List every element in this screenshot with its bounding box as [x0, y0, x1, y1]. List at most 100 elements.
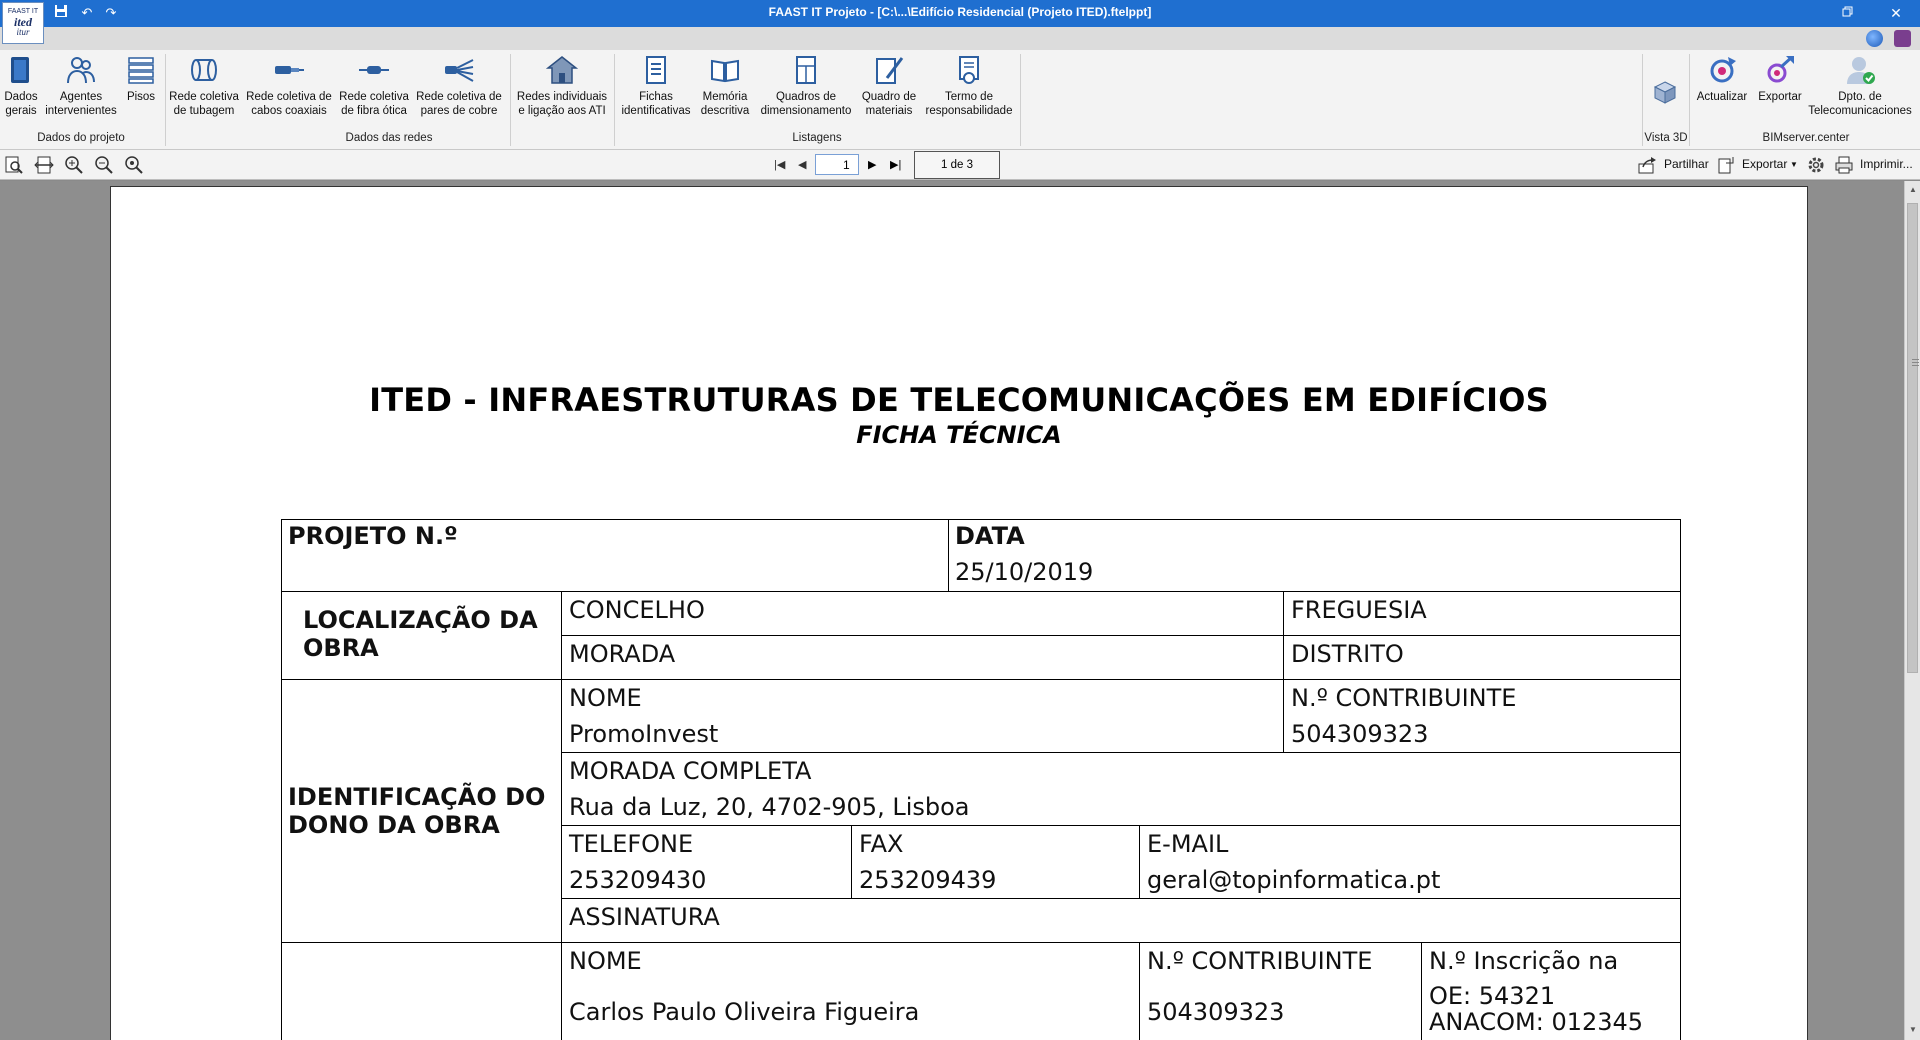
general-data-icon	[5, 54, 37, 86]
table-border	[281, 591, 1681, 592]
button-label: Actualizar	[1696, 91, 1748, 103]
scroll-down-icon[interactable]: ▼	[1905, 1025, 1920, 1034]
table-border	[948, 519, 949, 591]
group-label-networks: Dados das redes	[345, 132, 433, 144]
button-label: de fibra ótica	[341, 105, 407, 117]
printer-icon[interactable]	[1834, 155, 1854, 175]
cube-icon	[1649, 76, 1681, 108]
close-window-button[interactable]: ✕	[1886, 3, 1906, 23]
restore-window-button[interactable]	[1838, 3, 1858, 23]
print-button[interactable]: Imprimir...	[1860, 157, 1913, 171]
telecom-department-button[interactable]: Dpto. de Telecomunicaciones	[1804, 54, 1916, 118]
document-viewer[interactable]: ITED - INFRAESTRUTURAS DE TELECOMUNICAÇÕ…	[0, 181, 1904, 1040]
zoom-custom-icon[interactable]	[124, 155, 144, 175]
first-page-icon[interactable]: |◀	[774, 158, 785, 171]
export-doc-icon[interactable]	[1716, 155, 1736, 175]
morada-label: MORADA	[569, 640, 676, 668]
scroll-up-icon[interactable]: ▲	[1905, 185, 1920, 194]
fit-width-icon[interactable]	[34, 155, 54, 175]
floors-icon	[125, 54, 157, 86]
scroll-grip	[1912, 365, 1919, 366]
table-border	[561, 752, 1681, 753]
vertical-scrollbar[interactable]: ▲ ▼	[1904, 181, 1920, 1040]
document-page: ITED - INFRAESTRUTURAS DE TELECOMUNICAÇÕ…	[110, 186, 1808, 1040]
zoom-page-icon[interactable]	[4, 155, 24, 175]
location-label: OBRA	[303, 634, 379, 662]
table-border	[851, 825, 852, 898]
title-bar: ↶ ↷ FAAST IT Projeto - [C:\...\Edifício …	[0, 0, 1920, 27]
designer-nif-label: N.º CONTRIBUINTE	[1147, 947, 1373, 975]
scrollbar-thumb[interactable]	[1907, 203, 1919, 673]
sizing-tables-button[interactable]: Quadros de dimensionamento	[754, 54, 858, 118]
tubing-network-button[interactable]: Rede coletiva de tubagem	[166, 54, 242, 118]
update-button[interactable]: Actualizar	[1692, 54, 1752, 104]
bim-export-button[interactable]: Exportar	[1752, 54, 1808, 104]
table-border	[1680, 519, 1681, 1040]
chevron-down-icon[interactable]: ▼	[1790, 160, 1798, 169]
technical-sheet-table: PROJETO N.º DATA 25/10/2019 LOCALIZAÇÃO …	[281, 519, 1681, 1040]
zoom-out-icon[interactable]	[94, 155, 114, 175]
floors-button[interactable]: Pisos	[120, 54, 162, 104]
button-label: pares de cobre	[420, 105, 498, 117]
ribbon-separator	[1689, 54, 1690, 146]
book-icon[interactable]	[1894, 30, 1911, 47]
view-3d-button[interactable]	[1644, 76, 1686, 112]
button-label: Rede coletiva de	[416, 91, 502, 103]
copper-pairs-icon	[443, 54, 475, 86]
concelho-label: CONCELHO	[569, 596, 705, 624]
owner-address: Rua da Luz, 20, 4702-905, Lisboa	[569, 793, 970, 821]
next-page-icon[interactable]: ▶	[868, 158, 876, 171]
id-sheets-button[interactable]: Fichas identificativas	[616, 54, 696, 118]
materials-button[interactable]: Quadro de materiais	[858, 54, 920, 118]
ribbon-separator	[1642, 54, 1643, 146]
scroll-grip	[1912, 359, 1919, 360]
button-label: descritiva	[700, 105, 750, 117]
table-border	[1421, 942, 1422, 1040]
button-label: Quadros de	[775, 91, 837, 103]
agents-button[interactable]: Agentes intervenientes	[42, 54, 120, 118]
last-page-icon[interactable]: ▶|	[890, 158, 901, 171]
owner-label: IDENTIFICAÇÃO DO	[288, 783, 546, 811]
app-logo[interactable]: FAAST IT ited itur	[2, 2, 44, 44]
general-data-button[interactable]: Dados gerais	[0, 54, 42, 118]
share-icon[interactable]	[1637, 155, 1657, 175]
table-border	[561, 591, 562, 1040]
table-border	[561, 898, 1681, 899]
logo-line: FAAST IT	[7, 8, 39, 15]
previous-page-icon[interactable]: ◀	[798, 158, 806, 171]
coax-network-button[interactable]: Rede coletiva de cabos coaxiais	[244, 54, 334, 118]
fiber-network-button[interactable]: Rede coletiva de fibra ótica	[336, 54, 412, 118]
table-border	[281, 519, 1681, 520]
share-button[interactable]: Partilhar	[1664, 157, 1709, 171]
page-number-input[interactable]	[815, 154, 859, 175]
owner-nif: 504309323	[1291, 720, 1429, 748]
individual-networks-button[interactable]: Redes individuais e ligação aos ATI	[512, 54, 612, 118]
document-title: ITED - INFRAESTRUTURAS DE TELECOMUNICAÇÕ…	[369, 381, 1549, 419]
coax-cable-icon	[273, 54, 305, 86]
house-icon	[545, 54, 579, 86]
globe-icon[interactable]	[1866, 30, 1883, 47]
user-check-icon	[1844, 54, 1876, 86]
viewer-toolbar: |◀ ◀ ▶ ▶| 1 de 3 Partilhar Exportar ▼ Im…	[0, 150, 1920, 180]
memory-button[interactable]: Memória descritiva	[696, 54, 754, 118]
button-label: Telecomunicaciones	[1808, 105, 1912, 117]
project-number-label: PROJETO N.º	[288, 522, 458, 550]
table-border	[1283, 591, 1284, 752]
button-label: Exportar	[1758, 91, 1802, 103]
distrito-label: DISTRITO	[1291, 640, 1404, 668]
location-label: LOCALIZAÇÃO DA	[303, 606, 538, 634]
phone-value: 253209430	[569, 866, 707, 894]
gear-icon[interactable]	[1806, 155, 1826, 175]
button-label: Quadro de	[861, 91, 917, 103]
group-label-listings: Listagens	[792, 132, 842, 144]
liability-button[interactable]: Termo de responsabilidade	[920, 54, 1018, 118]
designer-name: Carlos Paulo Oliveira Figueira	[569, 998, 920, 1026]
button-label: responsabilidade	[925, 105, 1013, 117]
window-title: FAAST IT Projeto - [C:\...\Edifício Resi…	[768, 5, 1152, 19]
button-label: identificativas	[621, 105, 691, 117]
zoom-in-icon[interactable]	[64, 155, 84, 175]
table-border	[281, 942, 1681, 943]
designer-name-label: NOME	[569, 947, 642, 975]
copper-network-button[interactable]: Rede coletiva de pares de cobre	[414, 54, 504, 118]
export-button[interactable]: Exportar	[1742, 157, 1787, 171]
